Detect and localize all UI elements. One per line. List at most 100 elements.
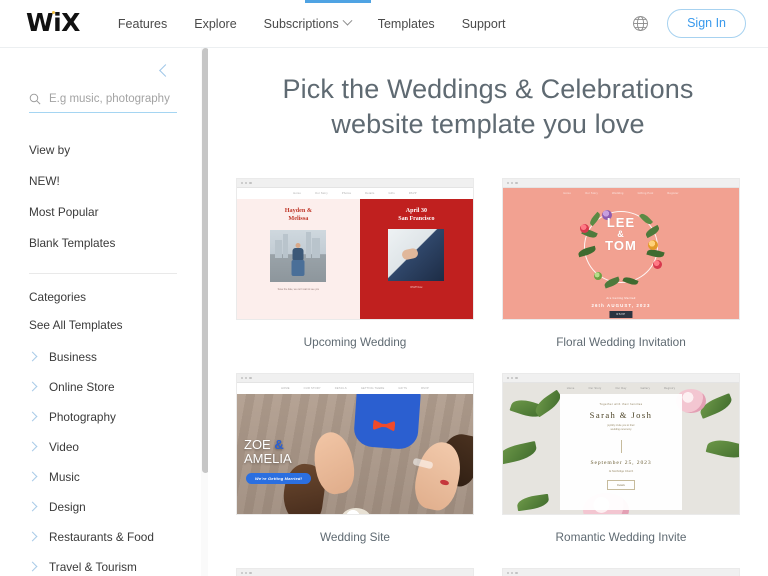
category-label: Restaurants & Food [49,529,154,544]
preview-couple-initials: LEE & TOM [578,216,664,253]
category-label: Online Store [49,379,115,394]
template-card-label: Floral Wedding Invitation [556,335,686,350]
template-card-label: Romantic Wedding Invite [555,530,687,545]
preview-divider [620,439,622,453]
preview-nav: Home Our Story Wedding Gifting Pool Register [563,192,679,196]
preview-left-caption: Save the date, we can't wait to see you [277,287,320,291]
initial-one: LEE [606,215,636,231]
sidebar-category-video[interactable]: Video [29,432,207,462]
browser-chrome-bar [503,374,739,384]
preview-nav: Home Our Story Our Day Gallery Registry [566,387,676,391]
preview-right-panel: April 30 San Francisco RSVP Now [359,199,473,320]
sidebar-scrollbar-track[interactable] [201,48,209,576]
chevron-right-icon [29,472,38,481]
chevron-left-icon [159,64,172,77]
chevron-right-icon [29,442,38,451]
template-card-floral-wedding-invitation[interactable]: Home Our Story Wedding Gifting Pool Register [502,178,740,373]
preview-event-date-place: April 30 San Francisco [398,208,435,223]
preview-couple-names: Sarah & Josh [589,410,653,421]
sign-in-button[interactable]: Sign In [667,9,746,38]
chevron-right-icon [29,352,38,361]
category-label: Music [49,469,80,484]
sidebar-item-see-all-templates[interactable]: See All Templates [29,313,207,342]
initial-two: TOM [605,238,637,254]
preview-nav: Home Our Story Photos Details Gifts RSVP [237,188,473,200]
template-card-romantic-wedding-invite[interactable]: Home Our Story Our Day Gallery Registry Toge… [502,373,740,568]
categories-heading: Categories [29,289,87,304]
nav-item-explore[interactable]: Explore [194,17,236,31]
template-card-label: Upcoming Wedding [303,335,407,350]
view-by-group: View by NEW! Most Popular Blank Template… [29,135,207,259]
category-label: Business [49,349,97,364]
preview-body: Hayden & Melissa Save the date, we can't… [237,199,473,320]
browser-chrome-bar [503,179,739,189]
sidebar-collapse-button[interactable] [157,62,175,80]
wix-logo[interactable]: WiX [26,10,80,35]
preview-body: Home Our Story Wedding Gifting Pool Register [503,188,739,320]
template-card-wedding-site[interactable]: HOME OUR STORY DETAILS GETTING THERE GIFTS RS… [236,373,474,568]
preview-floral-wreath: LEE & TOM [577,208,665,289]
preview-date: 26th AUGUST, 2023 [591,303,651,309]
sidebar-category-restaurants-food[interactable]: Restaurants & Food [29,522,207,552]
view-by-heading: View by [29,143,71,157]
header-actions: Sign In [632,9,746,38]
decorative-leaf [503,441,539,466]
nav-item-support[interactable]: Support [462,17,506,31]
chevron-right-icon [29,562,38,571]
sidebar-category-photography[interactable]: Photography [29,402,207,432]
nav-label: Templates [377,16,435,31]
template-card-label: Wedding Site [320,530,390,545]
nav-item-features[interactable]: Features [118,17,167,31]
category-label: Design [49,499,86,514]
template-card-partial-5[interactable] [236,568,474,576]
search-input[interactable] [49,93,177,105]
page-title-line-1: Pick the Weddings & Celebrations [282,74,694,104]
page-title-line-2: website template you love [331,108,645,139]
preview-body: ZOE & AMELIA We're Getting Married! [237,394,473,515]
sidebar-category-travel-tourism[interactable]: Travel & Tourism [29,552,207,576]
search-box[interactable] [29,93,177,113]
preview-body: Home Our Story Our Day Gallery Registry Toge… [503,383,739,515]
category-list: Business Online Store Photography Video … [29,342,207,576]
preview-rsvp-button: RSVP [609,311,633,319]
wix-logo-dot [52,11,55,14]
template-thumbnail: Home Our Story Our Day Gallery Registry Toge… [502,373,740,516]
page-loading-bar [305,0,371,3]
category-label: Travel & Tourism [49,559,137,574]
chevron-right-icon [29,532,38,541]
browser-chrome-bar [237,179,473,189]
preview-date: September 25, 2023 [590,459,652,466]
template-thumbnail: Home Our Story Photos Details Gifts RSVP Hayd… [236,178,474,321]
category-label: Video [49,439,79,454]
browser-chrome-bar [503,569,739,576]
preview-nav: HOME OUR STORY DETAILS GETTING THERE GIFTS RS… [281,387,429,391]
sidebar-category-music[interactable]: Music [29,462,207,492]
nav-item-subscriptions[interactable]: Subscriptions [264,15,353,31]
sidebar-category-business[interactable]: Business [29,342,207,372]
decorative-leaf [516,493,550,512]
preview-couple-names: ZOE & AMELIA [244,438,292,465]
template-card-upcoming-wedding[interactable]: Home Our Story Photos Details Gifts RSVP Hayd… [236,178,474,373]
sidebar-item-most-popular[interactable]: Most Popular [29,197,207,228]
chevron-right-icon [29,382,38,391]
chevron-down-icon [342,15,353,26]
nav-item-templates[interactable]: Templates [378,17,435,31]
chevron-right-icon [29,502,38,511]
nav-label: Support [461,16,506,31]
template-card-partial-6[interactable] [502,568,740,576]
sidebar-item-blank-templates[interactable]: Blank Templates [29,228,207,259]
main-content: Pick the Weddings & Celebrations website… [208,48,768,576]
template-grid: Home Our Story Photos Details Gifts RSVP Hayd… [208,141,768,576]
preview-top-line: Together with their families [599,403,643,407]
nav-label: Features [117,16,168,31]
globe-icon[interactable] [632,15,649,32]
sidebar-item-new[interactable]: NEW! [29,166,207,197]
sidebar-divider [29,272,177,274]
decorative-leaf [705,436,739,462]
sidebar-category-online-store[interactable]: Online Store [29,372,207,402]
preview-subtitle: Are Getting Married [606,297,636,301]
preview-photo-couple [270,229,327,282]
sidebar-category-design[interactable]: Design [29,492,207,522]
preview-couple-names: Hayden & Melissa [284,207,313,223]
preview-badge: We're Getting Married! [246,473,312,485]
